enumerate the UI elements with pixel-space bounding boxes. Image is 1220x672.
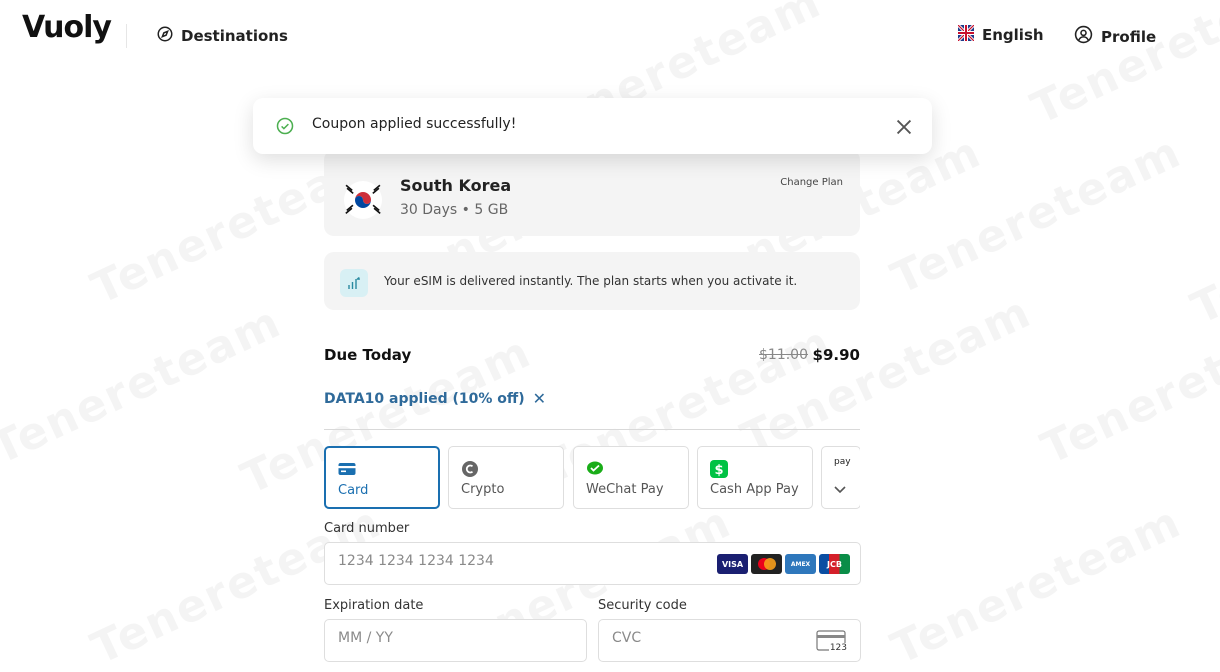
tab-card[interactable]: Card xyxy=(324,446,440,509)
tab-wechat-pay[interactable]: WeChat Pay xyxy=(573,446,689,509)
tab-cash-app-pay[interactable]: $ Cash App Pay xyxy=(697,446,813,509)
language-label: English xyxy=(982,26,1044,44)
payment-method-tabs: Card Crypto WeChat Pay $ Cash App Pay pa… xyxy=(324,446,860,509)
card-brands: VISA AMEX JCB xyxy=(717,554,850,574)
esim-info-text: Your eSIM is delivered instantly. The pl… xyxy=(384,274,798,288)
check-circle-icon xyxy=(276,117,294,139)
credit-card-icon xyxy=(338,461,356,480)
amex-icon: AMEX xyxy=(785,554,816,574)
applied-coupon: DATA10 applied (10% off) ✕ xyxy=(324,389,546,408)
original-price: $11.00 xyxy=(759,347,808,363)
jcb-icon: JCB xyxy=(819,554,850,574)
expiry-input[interactable] xyxy=(338,630,568,646)
card-number-field: VISA AMEX JCB xyxy=(324,542,861,585)
tab-cash-app-label: Cash App Pay xyxy=(710,482,799,497)
south-korea-flag-icon xyxy=(342,180,384,224)
amazon-pay-label: pay xyxy=(834,457,851,467)
profile-link[interactable]: Profile xyxy=(1074,25,1156,48)
plan-summary-card: South Korea 30 Days • 5 GB Change Plan xyxy=(324,150,860,236)
chevron-down-icon xyxy=(833,480,847,499)
destinations-label: Destinations xyxy=(181,27,288,45)
cash-app-icon: $ xyxy=(710,460,728,482)
security-code-input[interactable] xyxy=(612,630,802,646)
change-plan-link[interactable]: Change Plan xyxy=(780,177,843,188)
tab-card-label: Card xyxy=(338,483,369,498)
tab-crypto-label: Crypto xyxy=(461,482,505,497)
tab-crypto[interactable]: Crypto xyxy=(448,446,564,509)
visa-icon: VISA xyxy=(717,554,748,574)
esim-info-card: Your eSIM is delivered instantly. The pl… xyxy=(324,252,860,310)
language-selector[interactable]: English xyxy=(956,23,1044,45)
expiry-label: Expiration date xyxy=(324,598,424,613)
tab-wechat-label: WeChat Pay xyxy=(586,482,664,497)
close-icon[interactable] xyxy=(893,116,915,138)
crypto-icon xyxy=(461,460,479,482)
svg-text:$: $ xyxy=(714,463,723,478)
coupon-text: DATA10 applied (10% off) xyxy=(324,390,525,407)
expiry-field xyxy=(324,619,587,662)
plan-details: 30 Days • 5 GB xyxy=(400,202,509,218)
cvc-card-icon: 123 xyxy=(816,630,848,653)
card-number-input[interactable] xyxy=(338,553,638,569)
card-number-label: Card number xyxy=(324,521,410,536)
destinations-link[interactable]: Destinations xyxy=(156,25,288,47)
logo[interactable]: Vuoly xyxy=(22,10,112,45)
nav-divider xyxy=(126,24,127,48)
divider xyxy=(324,429,860,430)
profile-label: Profile xyxy=(1101,27,1157,46)
top-nav: Vuoly Destinations English Profile xyxy=(0,0,1220,72)
remove-coupon-icon[interactable]: ✕ xyxy=(533,389,546,408)
mastercard-icon xyxy=(751,554,782,574)
plan-country: South Korea xyxy=(400,176,512,195)
user-circle-icon xyxy=(1074,25,1093,48)
security-code-label: Security code xyxy=(598,598,687,613)
compass-icon xyxy=(156,25,174,47)
success-toast: Coupon applied successfully! xyxy=(253,98,932,154)
due-today-label: Due Today xyxy=(324,346,412,364)
tab-more-methods[interactable]: pay xyxy=(821,446,860,509)
wechat-icon xyxy=(586,460,604,480)
signal-icon xyxy=(340,269,368,297)
security-code-field: 123 xyxy=(598,619,861,662)
discounted-price: $9.90 xyxy=(812,346,860,364)
uk-flag-icon xyxy=(956,23,976,45)
toast-message: Coupon applied successfully! xyxy=(312,116,517,132)
cvc-icon-text: 123 xyxy=(828,643,848,653)
